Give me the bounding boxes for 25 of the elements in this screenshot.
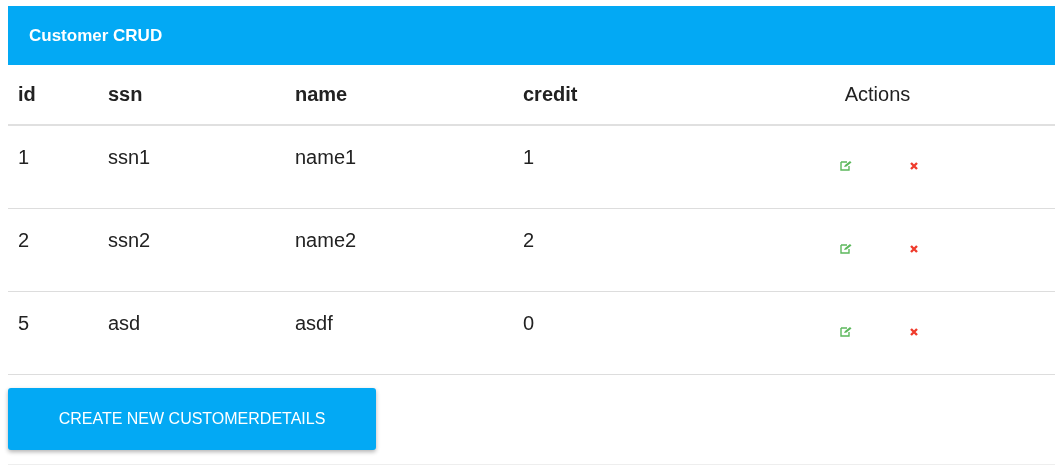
table-cell-text: ssn2 bbox=[107, 228, 152, 253]
create-button[interactable]: CREATE NEW CUSTOMERDETAILS bbox=[8, 388, 376, 450]
page-title: Customer CRUD bbox=[29, 25, 163, 46]
table-cell-text: 5 bbox=[17, 311, 31, 336]
table-cell-text: ssn1 bbox=[107, 145, 152, 170]
delete-icon[interactable] bbox=[908, 326, 920, 337]
column-header: name bbox=[294, 83, 349, 106]
table-cell-text: asd bbox=[107, 311, 142, 336]
table-cell-text: name2 bbox=[294, 228, 358, 253]
delete-icon[interactable] bbox=[908, 243, 920, 254]
column-header: Actions bbox=[843, 83, 912, 106]
table-cell-text: 2 bbox=[522, 228, 536, 253]
edit-icon[interactable] bbox=[840, 326, 852, 337]
table-cell-text: name1 bbox=[294, 145, 358, 170]
edit-icon[interactable] bbox=[840, 243, 852, 254]
delete-icon[interactable] bbox=[908, 160, 920, 171]
column-header: ssn bbox=[107, 83, 144, 106]
table-cell-text: 1 bbox=[17, 145, 31, 170]
table-cell-text: 2 bbox=[17, 228, 31, 253]
table-cell-text: asdf bbox=[294, 311, 334, 336]
column-header: credit bbox=[522, 83, 579, 106]
table-cell-text: 0 bbox=[522, 311, 536, 336]
column-header: id bbox=[17, 83, 37, 106]
edit-icon[interactable] bbox=[840, 160, 852, 171]
table-cell-text: 1 bbox=[522, 145, 536, 170]
